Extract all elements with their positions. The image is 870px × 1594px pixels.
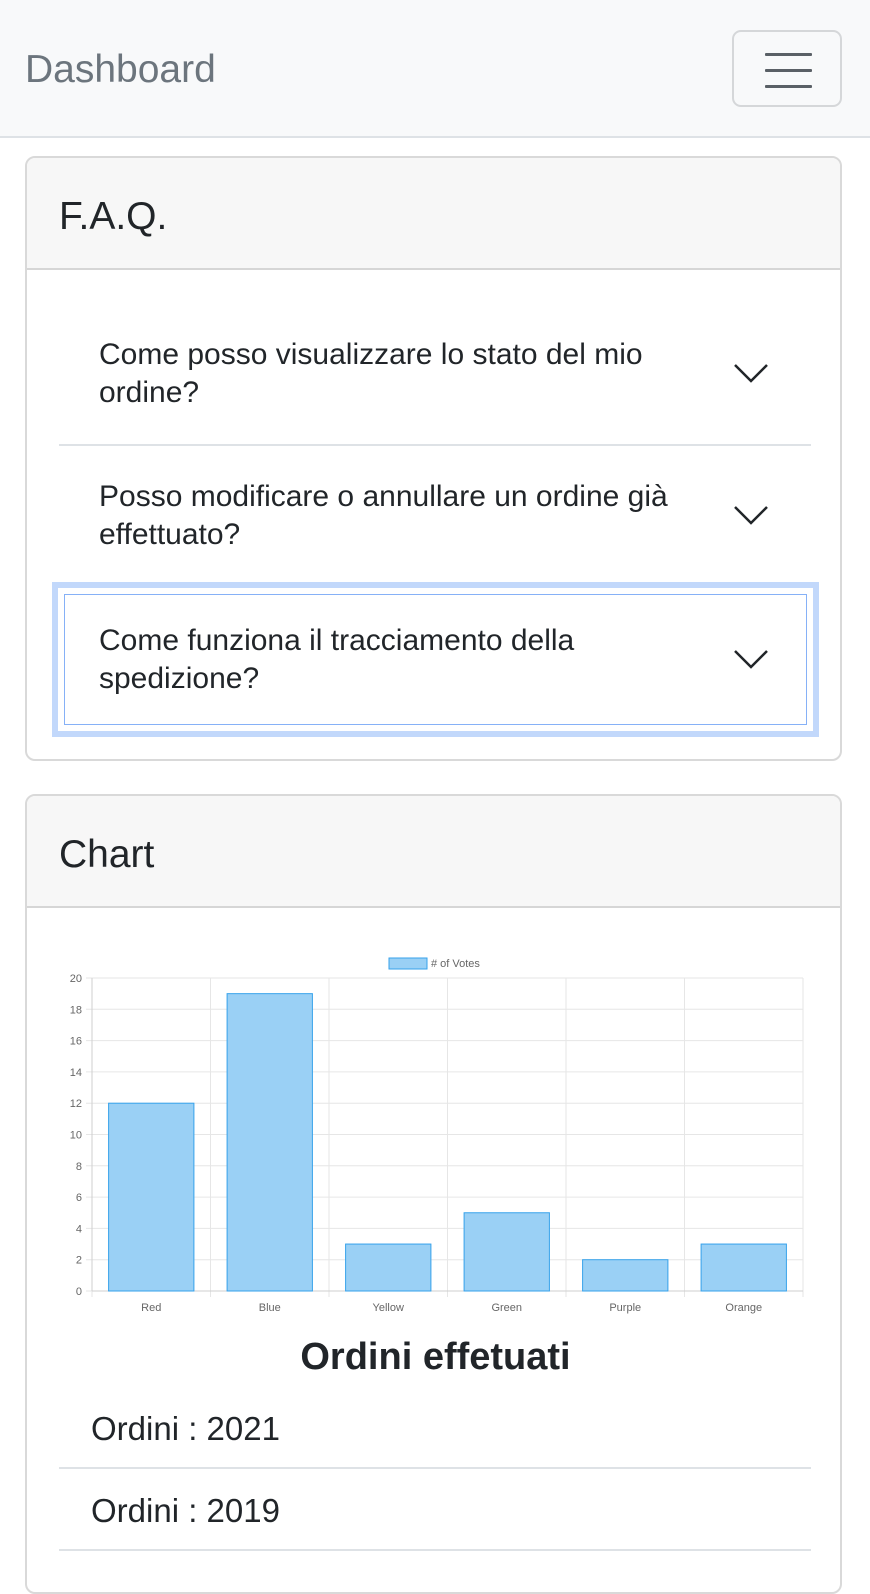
legend-label: # of Votes: [431, 958, 480, 970]
x-tick-label: Yellow: [373, 1302, 404, 1314]
faq-question-line: Posso modificare o annullare un ordine g…: [99, 480, 668, 513]
faq-question-line: Come posso visualizzare lo stato del mio: [99, 338, 643, 371]
hamburger-bar: [765, 85, 812, 88]
bar: [108, 1102, 195, 1292]
bar: [582, 1259, 669, 1292]
faq-card-header: F.A.Q.: [27, 158, 840, 270]
chart-card: Chart 0 2 4 6 8 10 12 14 16 18 20 Red Blue Yellow Gree…: [25, 794, 842, 1594]
faq-question-2: Posso modificare o annullare un ordine g…: [99, 478, 719, 554]
faq-title: F.A.Q.: [59, 195, 168, 238]
orders-title: Ordini effetuati: [300, 1336, 571, 1378]
hamburger-menu-icon: [765, 53, 812, 56]
navbar: Dashboard: [0, 0, 870, 138]
faq-question-3: Come funziona il tracciamento della sped…: [99, 622, 719, 698]
legend-swatch: [388, 957, 428, 970]
y-tick-label: 0: [76, 1286, 82, 1298]
bar: [700, 1243, 787, 1292]
y-tick-label: 20: [70, 973, 82, 985]
y-tick-label: 2: [76, 1255, 82, 1267]
faq-divider: [59, 444, 811, 446]
chevron-down-icon: [734, 650, 768, 669]
navbar-toggle-button[interactable]: [732, 30, 842, 107]
order-row-1: Ordini : 2021: [91, 1410, 280, 1447]
y-tick-label: 14: [70, 1067, 82, 1079]
order-row-2: Ordini : 2019: [91, 1492, 280, 1529]
faq-item-2[interactable]: Posso modificare o annullare un ordine g…: [59, 448, 811, 583]
chevron-down-icon: [734, 364, 768, 383]
x-tick-label: Purple: [609, 1302, 641, 1314]
faq-card: F.A.Q. Come posso visualizzare lo stato …: [25, 156, 842, 761]
navbar-brand[interactable]: Dashboard: [25, 46, 216, 94]
faq-question-line: effettuato?: [99, 518, 241, 551]
order-divider: [59, 1549, 811, 1551]
faq-item-3[interactable]: Come funziona il tracciamento della sped…: [59, 588, 811, 731]
bar: [226, 993, 313, 1292]
x-tick-label: Blue: [259, 1302, 281, 1314]
y-tick-label: 4: [76, 1223, 82, 1235]
x-tick-label: Green: [491, 1302, 522, 1314]
x-tick-label: Red: [141, 1302, 161, 1314]
faq-item-1[interactable]: Come posso visualizzare lo stato del mio…: [59, 308, 811, 438]
faq-question-line: ordine?: [99, 376, 200, 409]
order-divider: [59, 1467, 811, 1469]
faq-question-line: Come funziona il tracciamento della: [99, 624, 575, 657]
y-tick-label: 18: [70, 1004, 82, 1016]
y-tick-label: 16: [70, 1036, 82, 1048]
faq-question-line: spedizione?: [99, 662, 260, 695]
y-tick-label: 12: [70, 1098, 82, 1110]
chevron-down-icon: [734, 506, 768, 525]
y-tick-label: 8: [76, 1161, 82, 1173]
bar: [463, 1212, 550, 1292]
hamburger-bar: [765, 69, 812, 72]
faq-question-1: Come posso visualizzare lo stato del mio…: [99, 336, 719, 412]
bar-chart: 0 2 4 6 8 10 12 14 16 18 20 Red Blue Yellow Green Purpl…: [70, 957, 804, 1314]
x-tick-label: Orange: [725, 1302, 762, 1314]
y-tick-label: 6: [76, 1192, 82, 1204]
y-tick-label: 10: [70, 1130, 82, 1142]
bar: [345, 1243, 432, 1292]
